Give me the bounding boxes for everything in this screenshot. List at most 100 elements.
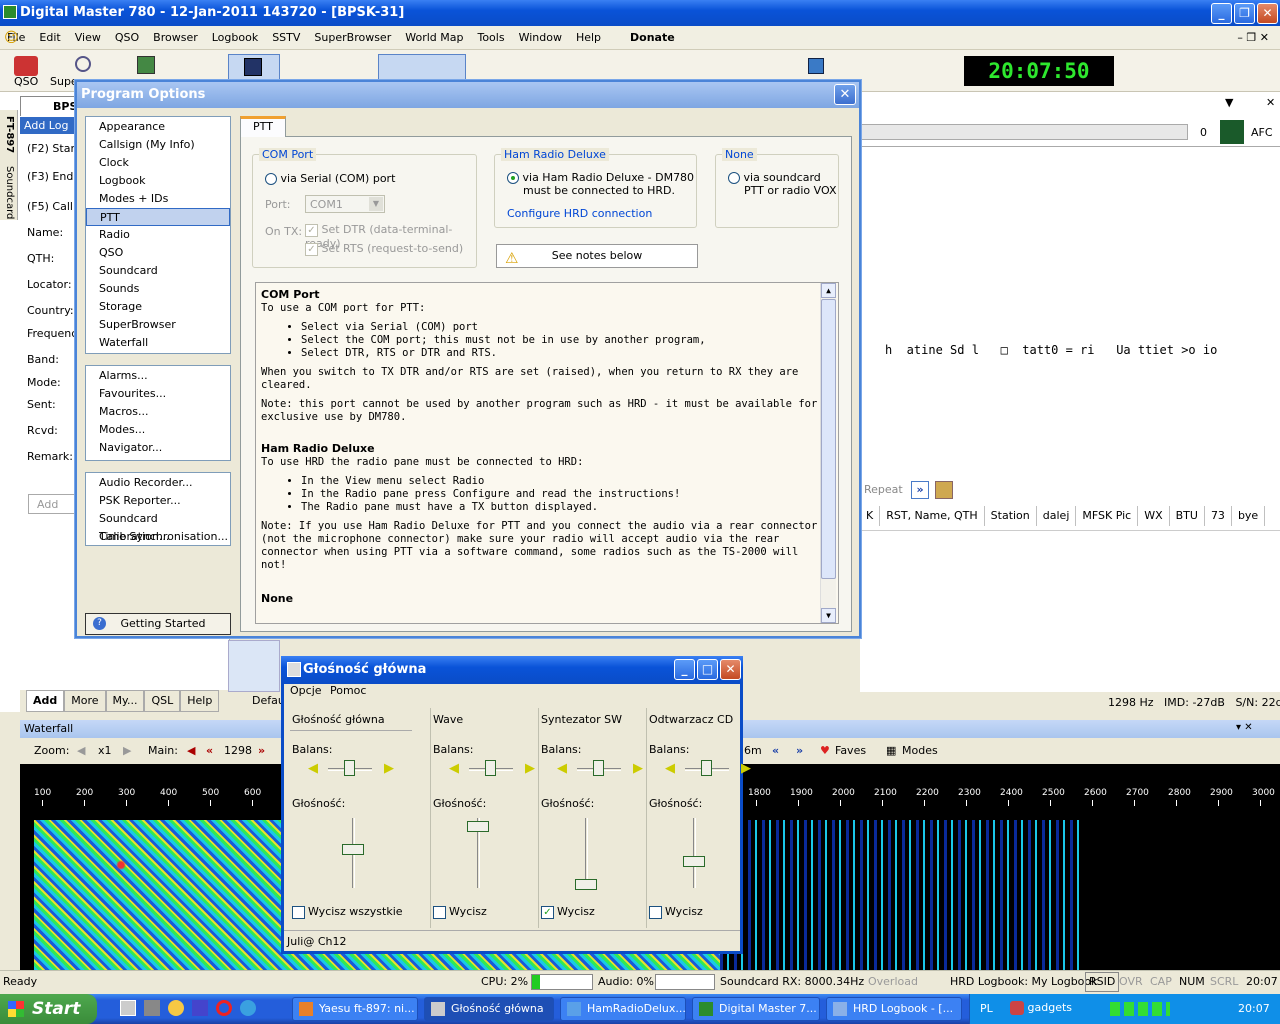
prev-icon[interactable]: « (772, 739, 779, 763)
menu-donate[interactable]: Donate (608, 26, 682, 50)
balance-thumb[interactable] (485, 760, 496, 776)
zoom-left-icon[interactable]: ◀ (77, 739, 85, 763)
nav-item[interactable]: Appearance (86, 118, 230, 136)
nav-item[interactable]: Audio Recorder... (86, 474, 230, 492)
gadgets-toolbar[interactable]: gadgets (1010, 1001, 1072, 1015)
edit-macros-icon[interactable] (935, 481, 953, 499)
nav-item[interactable]: SuperBrowser (86, 316, 230, 334)
nav-item[interactable]: Radio (86, 226, 230, 244)
nav-item[interactable]: Soundcard (86, 262, 230, 280)
mixer-menu-opcje[interactable]: Opcje (290, 684, 322, 697)
nav-item[interactable]: QSO (86, 244, 230, 262)
mute-checkbox[interactable]: Wycisz (649, 905, 703, 919)
quicklaunch-icon-2[interactable] (144, 1000, 160, 1016)
quicklaunch-icon-6[interactable] (240, 1000, 256, 1016)
start-button[interactable]: Start (0, 994, 97, 1024)
getting-started-button[interactable]: ? Getting Started (85, 613, 231, 635)
tune-left-icon[interactable]: ◀ (187, 739, 195, 763)
faves-button[interactable]: Faves (835, 739, 866, 763)
toolbar-window-icon[interactable] (808, 58, 824, 74)
dropdown-arrow-icon[interactable]: ▼ (1225, 96, 1233, 109)
nav-item[interactable]: Clock (86, 154, 230, 172)
macro-button[interactable]: K (860, 506, 881, 526)
nav-item[interactable]: Navigator... (86, 439, 230, 457)
dialog-close-icon[interactable]: ✕ (834, 84, 856, 105)
nav-item[interactable]: Callsign (My Info) (86, 136, 230, 154)
taskbar-button[interactable]: HRD Logbook - [... (826, 997, 962, 1021)
receive-text-area[interactable] (860, 146, 1280, 476)
quicklaunch-icon-1[interactable] (120, 1000, 136, 1016)
macro-button[interactable]: dalej (1037, 506, 1077, 526)
nav-item[interactable]: Logbook (86, 172, 230, 190)
antenna-icon[interactable] (1220, 120, 1244, 144)
macro-button[interactable]: bye (1232, 506, 1266, 526)
macro-button[interactable]: RST, Name, QTH (880, 506, 985, 526)
modes-button[interactable]: Modes (902, 739, 938, 763)
bottom-tab-0[interactable]: Add (26, 690, 65, 712)
none-option[interactable]: via soundcard PTT or radio VOX (728, 171, 836, 197)
tune-fast-left-icon[interactable]: « (206, 739, 213, 763)
tune-fast-right-icon[interactable]: » (258, 739, 265, 763)
mute-checkbox[interactable]: ✓ Wycisz (541, 905, 595, 919)
nav-item[interactable]: Alarms... (86, 367, 230, 385)
nav-item[interactable]: Modes + IDs (86, 190, 230, 208)
hrd-option[interactable]: via Ham Radio Deluxe - DM780 must be conn… (507, 171, 694, 197)
main-frequency[interactable]: 1298 (224, 739, 252, 763)
notes-panel[interactable]: COM Port To use a COM port for PTT: Sele… (255, 282, 839, 624)
opera-icon[interactable] (216, 1000, 232, 1016)
nav-item[interactable]: Modes... (86, 421, 230, 439)
language-indicator[interactable]: PL (980, 1002, 993, 1015)
mixer-menu-pomoc[interactable]: Pomoc (330, 684, 366, 697)
configure-hrd-link[interactable]: Configure HRD connection (507, 207, 652, 220)
scroll-up-icon[interactable]: ▲ (821, 283, 836, 298)
volume-thumb[interactable] (342, 844, 364, 855)
minimize-button[interactable]: _ (1211, 3, 1232, 24)
afc-button[interactable]: AFC (1251, 126, 1273, 139)
menu-help[interactable]: Help (569, 26, 608, 50)
mute-checkbox[interactable]: Wycisz (433, 905, 487, 919)
waterfall-menu-icon[interactable]: ▾ ✕ (1236, 722, 1253, 733)
close-pane-icon[interactable]: ✕ (1266, 96, 1275, 109)
mixer-close-button[interactable]: ✕ (720, 659, 741, 680)
nav-item[interactable]: Soundcard Calibration... (86, 510, 230, 543)
menu-superbrowser[interactable]: SuperBrowser (307, 26, 398, 50)
mixer-minimize-button[interactable]: _ (674, 659, 695, 680)
forward-icon[interactable]: » (911, 481, 929, 499)
nav-item[interactable]: PSK Reporter... (86, 492, 230, 510)
tray-clock[interactable]: 20:07 (1238, 1002, 1270, 1015)
scroll-down-icon[interactable]: ▼ (821, 608, 836, 623)
see-notes-button[interactable]: ⚠ See notes below (496, 244, 698, 268)
menu-world-map[interactable]: World Map (398, 26, 470, 50)
notes-scrollbar[interactable]: ▲ ▼ (820, 283, 836, 623)
zoom-right-icon[interactable]: ▶ (123, 739, 131, 763)
nav-item[interactable]: Waterfall (86, 334, 230, 352)
balance-thumb[interactable] (593, 760, 604, 776)
balance-thumb[interactable] (701, 760, 712, 776)
taskbar-button[interactable]: Yaesu ft-897: ni... (292, 997, 418, 1021)
taskbar-button[interactable]: HamRadioDelux... (560, 997, 686, 1021)
volume-track[interactable] (585, 818, 588, 888)
nav-item[interactable]: Sounds (86, 280, 230, 298)
volume-track[interactable] (693, 818, 696, 888)
taskbar-button[interactable]: Digital Master 7... (692, 997, 820, 1021)
mixer-maximize-button[interactable]: □ (697, 659, 718, 680)
bottom-tab-3[interactable]: QSL (144, 690, 181, 712)
nav-item[interactable]: Time Synchronisation... (86, 528, 230, 546)
macro-button[interactable]: BTU (1170, 506, 1205, 526)
balance-thumb[interactable] (344, 760, 355, 776)
bottom-tab-2[interactable]: My... (105, 690, 145, 712)
port-select[interactable]: COM1 ▼ (305, 195, 385, 213)
hrd-logbook-status[interactable]: HRD Logbook: My Logbook (950, 971, 1098, 993)
tab-ptt[interactable]: PTT (240, 116, 286, 137)
bottom-tab-4[interactable]: Help (180, 690, 220, 712)
menu-tools[interactable]: Tools (470, 26, 511, 50)
menu-sstv[interactable]: SSTV (265, 26, 307, 50)
menu-window[interactable]: Window (512, 26, 569, 50)
mute-checkbox[interactable]: Wycisz wszystkie (292, 905, 403, 919)
nav-item[interactable]: Storage (86, 298, 230, 316)
com-port-option[interactable]: via Serial (COM) port (265, 172, 395, 185)
volume-thumb[interactable] (683, 856, 705, 867)
bottom-tab-1[interactable]: More (64, 690, 106, 712)
nav-item[interactable]: PTT (86, 208, 230, 226)
close-button[interactable]: ✕ (1257, 3, 1278, 24)
